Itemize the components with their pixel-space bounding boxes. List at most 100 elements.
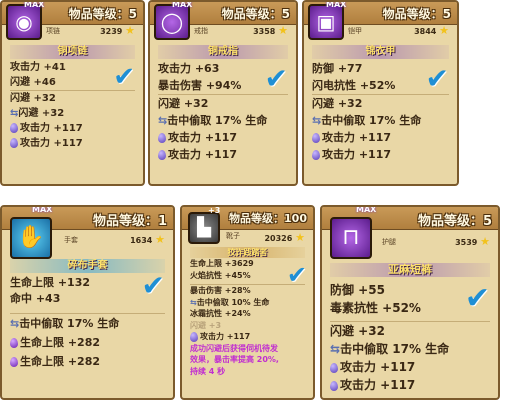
gear-score: 20326 ★ [264, 231, 305, 244]
stat-row: 攻击力 +117 [158, 129, 288, 146]
item-level: 物品等级：5 [417, 214, 492, 229]
stat-row: 攻击力 +117 [158, 146, 288, 163]
item-slot: 铠甲 [348, 27, 362, 35]
max-label: MAX [24, 0, 45, 9]
gem-icon [10, 357, 18, 367]
item-name: 狡诈践踏者 [190, 247, 305, 258]
star-icon: ★ [155, 233, 165, 246]
armor-icon: ▣ [308, 4, 344, 40]
stat-row: ⇆闪避 +32 [10, 108, 65, 119]
stat-row: 攻击力 +117 [190, 331, 305, 343]
star-icon: ★ [278, 24, 288, 37]
gem-icon [10, 123, 18, 133]
stat-row: ⇆击中偷取 17% 生命 [10, 313, 165, 333]
gem-icon [330, 380, 338, 391]
item-level: 物品等级：100 [229, 212, 307, 225]
star-icon: ★ [480, 235, 490, 248]
max-label: MAX [356, 205, 377, 214]
item-card-necklace[interactable]: ◉ MAX 物品等级：5 项链 3239 ★ 铜项链 攻击力 +41 闪避 +4… [0, 0, 145, 186]
stat-row: 闪避 +3 [190, 320, 222, 330]
stat-row: 攻击力 +117 [312, 129, 449, 146]
equipped-check-icon: ✔ [264, 62, 288, 95]
stat-row: 生命上限 +282 [10, 333, 165, 352]
item-level: 物品等级：1 [92, 214, 167, 229]
equipped-check-icon: ✔ [141, 269, 165, 302]
item-card-boots[interactable]: ▙ +3 物品等级：100 靴子 20326 ★ 狡诈践踏者 生命上限 +362… [180, 205, 315, 400]
gear-score-value: 1634 [130, 236, 153, 245]
max-label: MAX [326, 0, 347, 9]
item-slot: 护腿 [382, 238, 396, 246]
item-slot: 项链 [46, 27, 60, 35]
gloves-icon: ✋ [10, 217, 52, 259]
stat-row: 闪避 +32 [330, 321, 490, 340]
stat-row: 效果，暴击率提高 20%, [190, 355, 279, 364]
boots-icon: ▙ [188, 212, 220, 244]
necklace-icon: ◉ [6, 4, 42, 40]
gem-icon [312, 150, 320, 160]
stat-row: ⇆击中偷取 17% 生命 [312, 114, 422, 127]
item-slot: 手套 [64, 236, 78, 244]
stat-row: 攻击力 +117 [10, 136, 135, 151]
swap-icon: ⇆ [10, 317, 20, 330]
equipped-check-icon: ✔ [464, 281, 490, 316]
stat-row: 闪避 +32 [158, 94, 288, 112]
gear-score: 3844 ★ [414, 24, 449, 37]
item-slot: 戒指 [194, 27, 208, 35]
item-name: 铜戒指 [158, 45, 288, 59]
stat-row: 冰霜抗性 +24% [190, 309, 251, 318]
item-card-pants[interactable]: ⊓ MAX 物品等级：5 护腿 3539 ★ 亚麻短裤 防御 +55 毒素抗性 … [320, 205, 500, 400]
gem-icon [158, 133, 166, 143]
gear-score-value: 3358 [253, 27, 276, 36]
item-level: 物品等级：5 [221, 7, 290, 21]
stat-row: 闪避 +32 [312, 94, 449, 112]
stat-row: 攻击力 +117 [330, 376, 490, 394]
gem-icon [312, 133, 320, 143]
stat-row: ⇆击中偷取 17% 生命 [158, 114, 268, 127]
item-name: 亚麻短裤 [330, 263, 490, 277]
stat-row: 攻击力 +117 [10, 121, 135, 136]
pants-icon: ⊓ [330, 217, 372, 259]
stat-row: ⇆击中偷取 17% 生命 [330, 342, 450, 356]
equipped-check-icon: ✔ [286, 261, 307, 289]
max-label: MAX [32, 205, 53, 214]
stat-row: 持续 4 秒 [190, 366, 226, 376]
item-level: 物品等级：5 [68, 7, 137, 21]
stat-row: 成功闪避后获得伺机待发 [190, 343, 278, 353]
gem-icon [190, 331, 198, 342]
stat-row: 生命上限 +282 [10, 352, 165, 371]
swap-icon: ⇆ [330, 342, 341, 356]
gear-score-value: 3539 [455, 238, 478, 247]
gem-icon [10, 138, 18, 148]
gear-score: 3539 ★ [455, 235, 490, 248]
item-name: 锦衣甲 [312, 45, 449, 59]
gem-icon [10, 338, 18, 348]
swap-icon: ⇆ [158, 114, 168, 127]
upgrade-label: +3 [208, 206, 221, 215]
gem-icon [330, 362, 338, 373]
stat-row: 攻击力 +117 [330, 358, 490, 376]
item-name: 铜项链 [10, 45, 135, 59]
gear-score-value: 3239 [100, 27, 123, 36]
gear-score-value: 3844 [414, 27, 437, 36]
item-card-ring[interactable]: ◯ MAX 物品等级：5 戒指 3358 ★ 铜戒指 攻击力 +63 暴击伤害 … [148, 0, 298, 186]
item-card-gloves[interactable]: ✋ MAX 物品等级：1 手套 1634 ★ 碎布手套 生命上限 +132 命中… [0, 205, 175, 400]
stat-row: ⇆击中偷取 10% 生命 [190, 297, 270, 307]
gear-score-value: 20326 [264, 234, 293, 243]
gear-score: 1634 ★ [130, 233, 165, 246]
swap-icon: ⇆ [190, 297, 197, 307]
ring-icon: ◯ [154, 4, 190, 40]
star-icon: ★ [125, 24, 135, 37]
stat-row: 攻击力 +117 [312, 146, 449, 163]
gear-score: 3358 ★ [253, 24, 288, 37]
swap-icon: ⇆ [312, 114, 322, 127]
equipped-check-icon: ✔ [425, 62, 449, 95]
stat-row: 闪避 +32 [10, 90, 135, 106]
item-card-armor[interactable]: ▣ MAX 物品等级：5 铠甲 3844 ★ 锦衣甲 防御 +77 闪电抗性 +… [302, 0, 459, 186]
star-icon: ★ [439, 24, 449, 37]
max-label: MAX [172, 0, 193, 9]
item-level: 物品等级：5 [382, 7, 451, 21]
item-slot: 靴子 [226, 232, 240, 240]
gem-icon [158, 150, 166, 160]
gear-score: 3239 ★ [100, 24, 135, 37]
star-icon: ★ [295, 231, 305, 244]
